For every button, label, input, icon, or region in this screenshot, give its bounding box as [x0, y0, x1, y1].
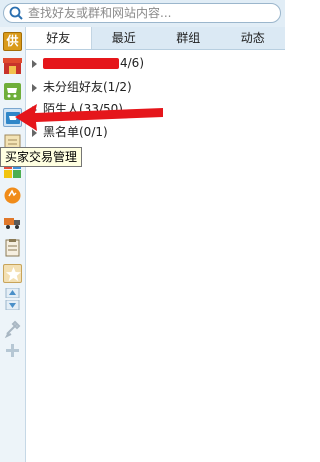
expand-arrow-icon[interactable] — [32, 59, 37, 68]
delivery-truck-icon[interactable] — [3, 212, 22, 231]
search-box[interactable] — [3, 3, 281, 23]
tooltip: 买家交易管理 — [0, 147, 83, 167]
orange-circle-icon[interactable] — [3, 186, 22, 205]
group-label: 未分组好友(1/2) — [43, 80, 132, 94]
list-item-ungrouped[interactable]: 未分组好友(1/2) — [32, 78, 132, 96]
expand-arrow-icon[interactable] — [32, 105, 37, 114]
scroll-up-icon[interactable] — [3, 288, 22, 298]
group-label: 陌生人(33/50) — [43, 102, 123, 116]
tab-friends[interactable]: 好友 — [26, 27, 92, 49]
expand-arrow-icon[interactable] — [32, 83, 37, 92]
search-bar — [0, 0, 285, 28]
list-item-blacklist[interactable]: 黑名单(0/1) — [32, 123, 108, 141]
tab-groups[interactable]: 群组 — [156, 27, 221, 49]
tools-icon[interactable] — [3, 319, 22, 338]
search-icon[interactable] — [8, 5, 24, 21]
add-icon[interactable] — [3, 341, 22, 360]
star-icon[interactable] — [3, 264, 22, 283]
list-item-strangers[interactable]: 陌生人(33/50) — [32, 100, 123, 118]
group-count: 4/6) — [120, 56, 144, 70]
tab-feed[interactable]: 动态 — [221, 27, 286, 49]
expand-arrow-icon[interactable] — [32, 128, 37, 137]
scroll-down-icon[interactable] — [3, 300, 22, 310]
buyer-trade-icon[interactable] — [3, 108, 22, 127]
redaction-bar — [43, 58, 119, 69]
supply-label: 供 — [6, 34, 19, 48]
search-input[interactable] — [28, 5, 268, 21]
supply-button[interactable]: 供 — [3, 32, 22, 51]
tab-recent[interactable]: 最近 — [92, 27, 157, 49]
list-item-group-redacted[interactable]: 4/6) — [32, 54, 144, 72]
tab-bar: 好友 最近 群组 动态 — [26, 27, 285, 50]
group-label: 黑名单(0/1) — [43, 125, 108, 139]
cart-icon[interactable] — [3, 82, 22, 101]
left-rail: 供 — [0, 27, 26, 462]
shop-icon[interactable] — [3, 56, 22, 75]
clipboard-icon[interactable] — [3, 238, 22, 257]
